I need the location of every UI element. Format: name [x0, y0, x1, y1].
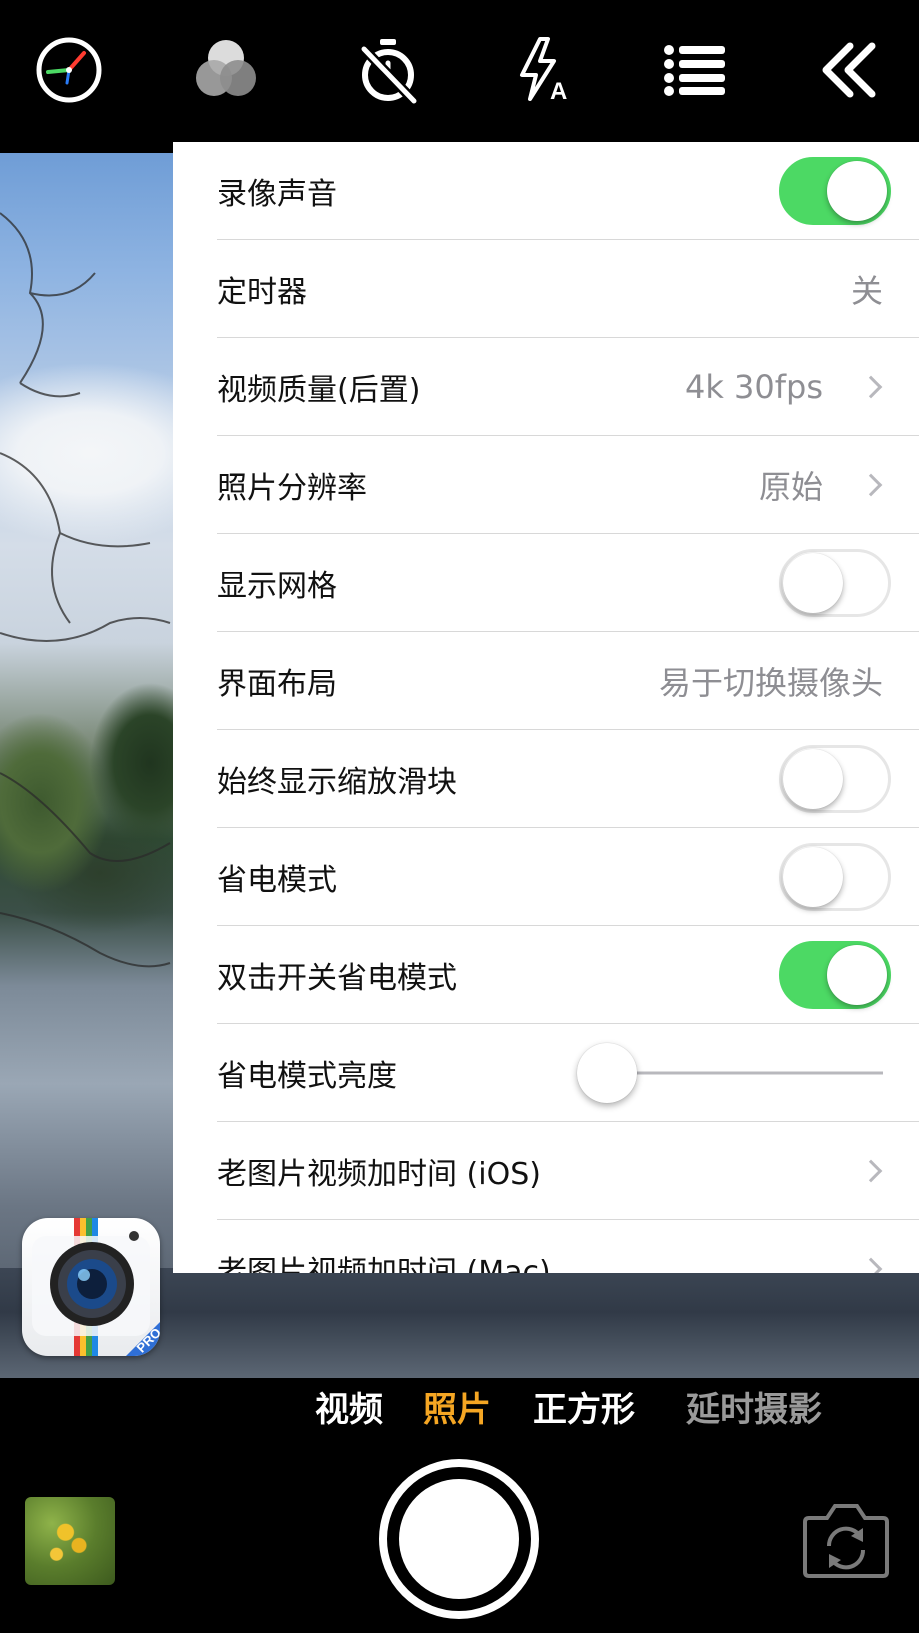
chevron-right-icon — [859, 1159, 883, 1182]
shutter-button[interactable] — [379, 1459, 539, 1619]
power-saving-toggle[interactable] — [779, 842, 891, 911]
chevron-right-icon — [859, 375, 883, 398]
photo-resolution-value: 原始 — [758, 467, 823, 506]
mode-selector: 视频 照片 正方形 延时摄影 — [0, 1378, 919, 1448]
mode-video[interactable]: 视频 — [315, 1382, 383, 1431]
chevron-right-icon — [859, 1257, 883, 1273]
row-power-saving-brightness: 省电模式亮度 — [217, 1024, 919, 1122]
row-label: 照片分辨率 — [217, 470, 367, 506]
row-timer[interactable]: 定时器 关 — [217, 240, 919, 338]
video-quality-value: 4k 30fps — [684, 367, 823, 406]
switch-camera-icon[interactable] — [803, 1500, 889, 1580]
color-filter-icon[interactable] — [186, 30, 266, 110]
row-show-grid: 显示网格 — [217, 534, 919, 632]
row-label: 定时器 — [217, 274, 307, 310]
last-photo-thumbnail[interactable] — [25, 1497, 115, 1585]
double-tap-power-saving-toggle[interactable] — [779, 940, 891, 1009]
exposure-dial-icon[interactable] — [29, 30, 109, 110]
row-label: 老图片视频加时间 (Mac) — [217, 1254, 551, 1274]
row-label: 始终显示缩放滑块 — [217, 764, 457, 800]
row-label: 显示网格 — [217, 568, 337, 604]
row-old-media-time-ios[interactable]: 老图片视频加时间 (iOS) — [217, 1122, 919, 1220]
top-toolbar: A — [0, 0, 919, 145]
mode-timelapse[interactable]: 延时摄影 — [686, 1382, 822, 1431]
camera-screen: A 录像声音 定时器 关 视频质量(后置) 4k 30fps 照片分辨率 原始 … — [0, 0, 919, 1633]
interface-layout-value: 易于切换摄像头 — [658, 663, 883, 702]
timer-value: 关 — [850, 271, 883, 310]
row-label: 省电模式 — [217, 862, 337, 898]
row-label: 录像声音 — [217, 176, 337, 212]
row-label: 省电模式亮度 — [217, 1058, 397, 1094]
shutter-inner — [399, 1479, 519, 1599]
mode-square[interactable]: 正方形 — [533, 1382, 635, 1431]
row-label: 双击开关省电模式 — [217, 960, 457, 996]
row-label: 界面布局 — [217, 666, 337, 702]
row-old-media-time-mac[interactable]: 老图片视频加时间 (Mac) — [217, 1220, 919, 1273]
menu-list-icon[interactable] — [654, 30, 734, 110]
preview-branches — [0, 212, 171, 968]
settings-panel: 录像声音 定时器 关 视频质量(后置) 4k 30fps 照片分辨率 原始 显示… — [173, 142, 919, 1273]
app-logo-icon: PRO — [22, 1218, 160, 1356]
show-grid-toggle[interactable] — [779, 548, 891, 617]
record-audio-toggle[interactable] — [779, 156, 891, 225]
row-zoom-slider: 始终显示缩放滑块 — [217, 730, 919, 828]
brightness-slider-thumb[interactable] — [577, 1042, 637, 1103]
row-double-tap-power-saving: 双击开关省电模式 — [217, 926, 919, 1024]
svg-text:A: A — [550, 78, 567, 105]
row-record-audio: 录像声音 — [217, 142, 919, 240]
timer-off-icon[interactable] — [348, 30, 428, 110]
zoom-slider-toggle[interactable] — [779, 744, 891, 813]
brightness-slider-track[interactable] — [617, 1071, 883, 1074]
row-video-quality[interactable]: 视频质量(后置) 4k 30fps — [217, 338, 919, 436]
row-photo-resolution[interactable]: 照片分辨率 原始 — [217, 436, 919, 534]
mode-photo[interactable]: 照片 — [423, 1382, 491, 1431]
row-interface-layout[interactable]: 界面布局 易于切换摄像头 — [217, 632, 919, 730]
row-power-saving: 省电模式 — [217, 828, 919, 926]
chevron-right-icon — [859, 473, 883, 496]
collapse-double-chevron-icon[interactable] — [808, 30, 888, 110]
row-label: 老图片视频加时间 (iOS) — [217, 1156, 541, 1192]
row-label: 视频质量(后置) — [217, 372, 421, 408]
flash-auto-icon[interactable]: A — [504, 30, 584, 110]
